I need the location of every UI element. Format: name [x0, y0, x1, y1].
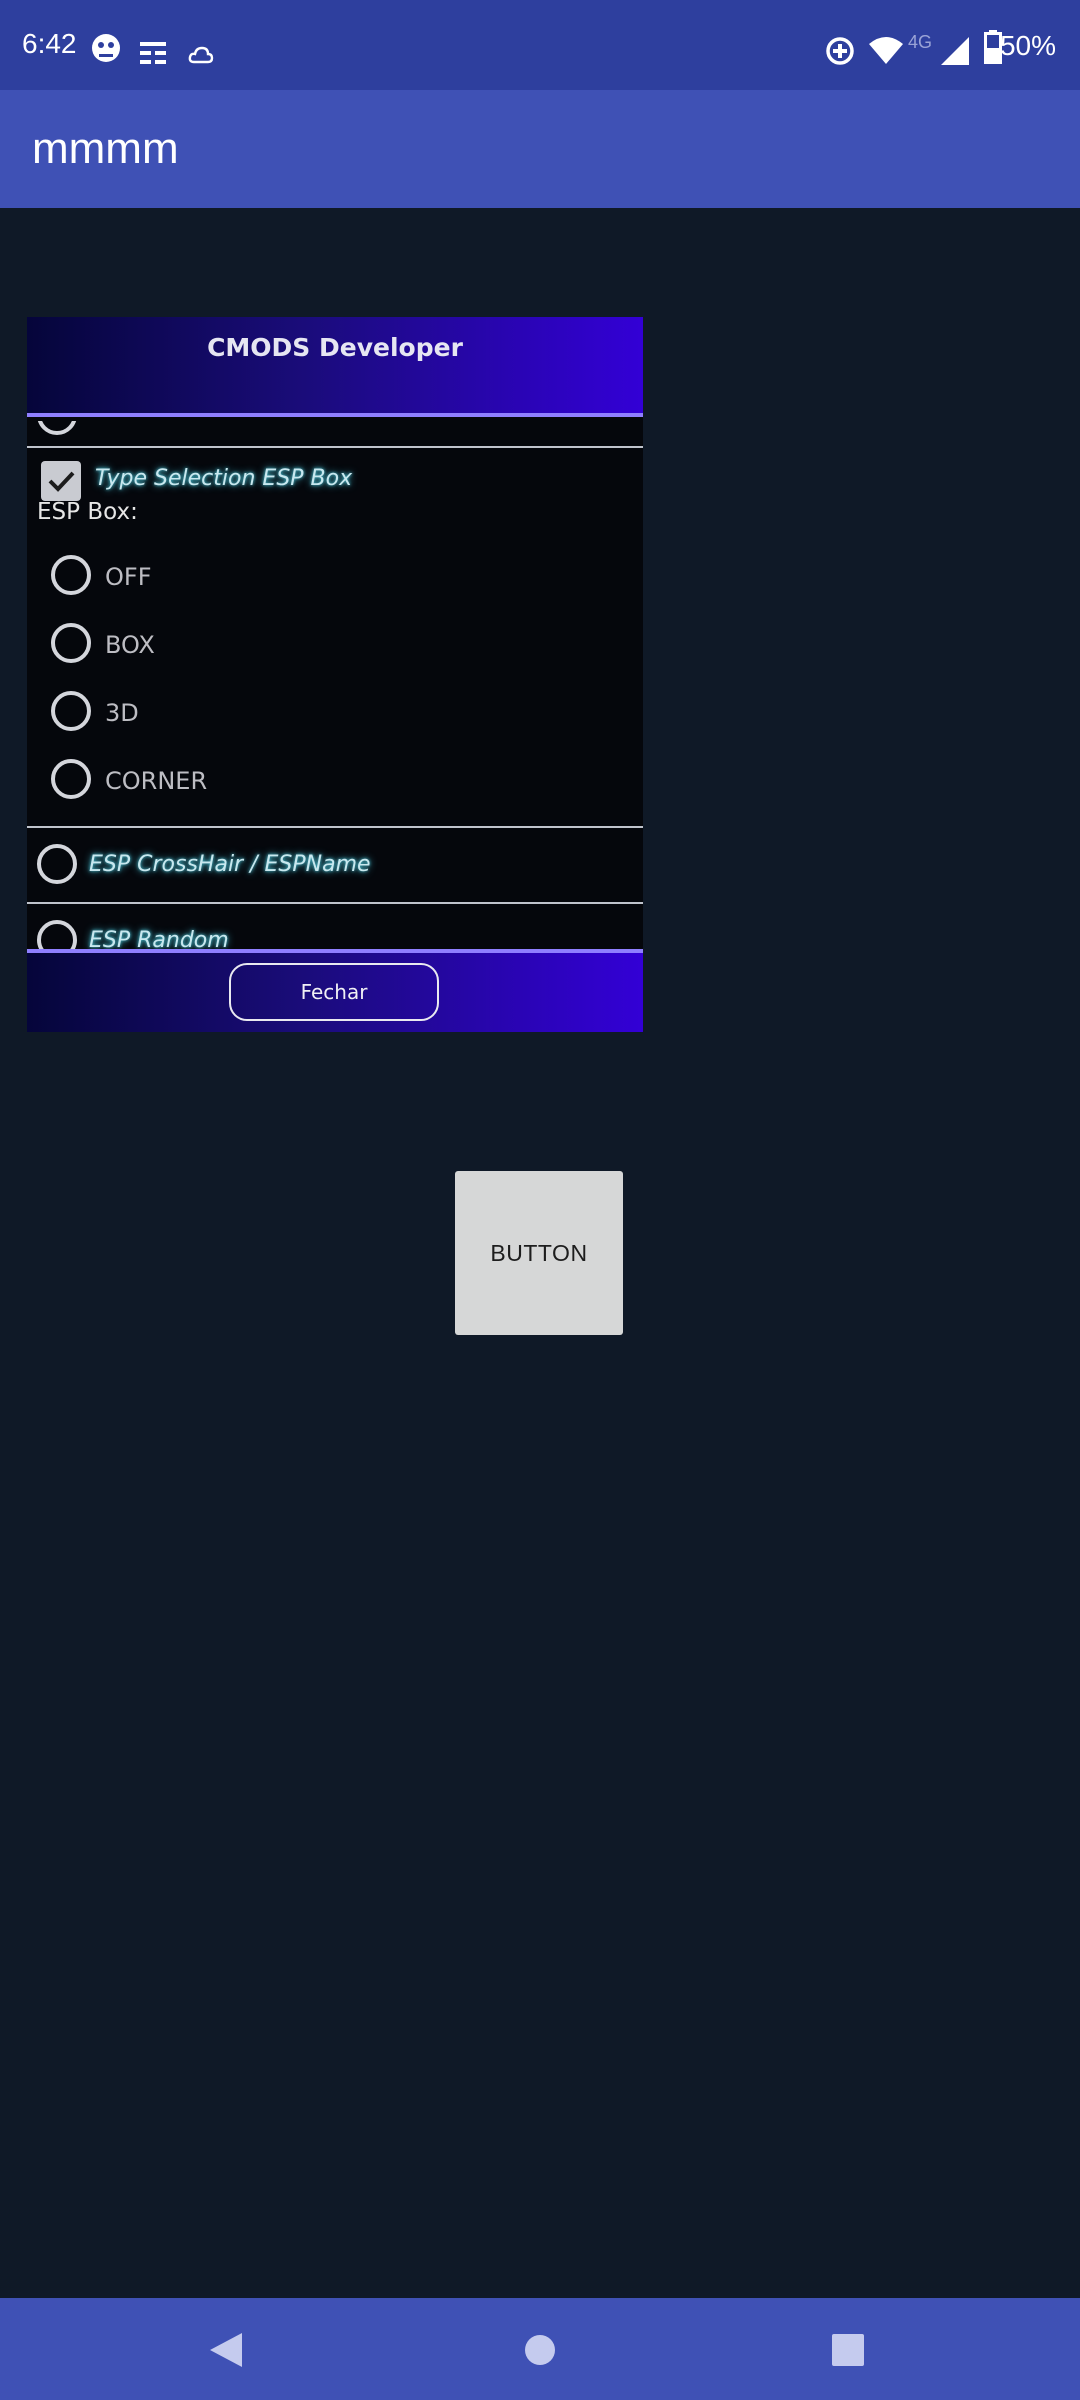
menu-title: CMODS Developer: [207, 333, 463, 362]
menu-scroll-area[interactable]: Type Selection ESP Box ESP Box: OFF BOX …: [27, 421, 643, 949]
status-time: 6:42: [22, 28, 77, 59]
menu-header[interactable]: CMODS Developer: [27, 317, 643, 417]
crosshair-radio[interactable]: [37, 844, 77, 884]
home-icon[interactable]: [524, 2334, 556, 2366]
mod-menu: CMODS Developer Type Selection ESP Box E…: [27, 317, 643, 1032]
app-title: mmmm: [32, 124, 179, 173]
radio-box[interactable]: [51, 623, 91, 663]
radio-off[interactable]: [51, 555, 91, 595]
esp-box-option-3d[interactable]: 3D: [27, 687, 643, 751]
cloud-icon: [188, 46, 214, 64]
recents-icon[interactable]: [832, 2334, 864, 2366]
radio-3d-label: 3D: [105, 699, 139, 727]
esp-random-toggle[interactable]: ESP Random: [27, 904, 643, 949]
random-radio[interactable]: [37, 920, 77, 949]
network-type-label: 4G: [908, 32, 933, 52]
app-bar: mmmm: [0, 90, 1080, 208]
type-selection-checkbox[interactable]: [41, 461, 81, 501]
esp-box-option-off[interactable]: OFF: [27, 551, 643, 615]
app-notification-icon: [92, 34, 120, 62]
esp-box-heading: ESP Box:: [37, 499, 138, 525]
close-button[interactable]: Fechar: [229, 963, 439, 1021]
radio-off-label: OFF: [105, 563, 152, 591]
esp-box-option-box[interactable]: BOX: [27, 619, 643, 683]
esp-box-option-corner[interactable]: CORNER: [27, 755, 643, 819]
back-icon[interactable]: [208, 2331, 244, 2369]
type-selection-label: Type Selection ESP Box: [95, 466, 353, 491]
radio-corner[interactable]: [51, 759, 91, 799]
crosshair-label: ESP CrossHair / ESPName: [89, 852, 371, 877]
status-bar: 6:42 4G 50%: [0, 0, 1080, 90]
battery-percentage: 50%: [999, 30, 1056, 61]
radio-3d[interactable]: [51, 691, 91, 731]
wifi-icon: [869, 37, 903, 64]
checkmark-icon: [48, 471, 75, 492]
radio-box-label: BOX: [105, 631, 155, 659]
navigation-bar: [0, 2298, 1080, 2400]
random-label: ESP Random: [89, 928, 229, 949]
cellular-signal-icon: [941, 37, 969, 65]
data-saver-icon: [826, 37, 854, 65]
menu-footer: Fechar: [27, 949, 643, 1032]
partial-item-radio[interactable]: [37, 421, 77, 435]
esp-crosshair-toggle[interactable]: ESP CrossHair / ESPName: [27, 828, 643, 900]
radio-corner-label: CORNER: [105, 767, 208, 795]
list-notification-icon: [140, 42, 166, 64]
main-button[interactable]: BUTTON: [455, 1171, 623, 1335]
